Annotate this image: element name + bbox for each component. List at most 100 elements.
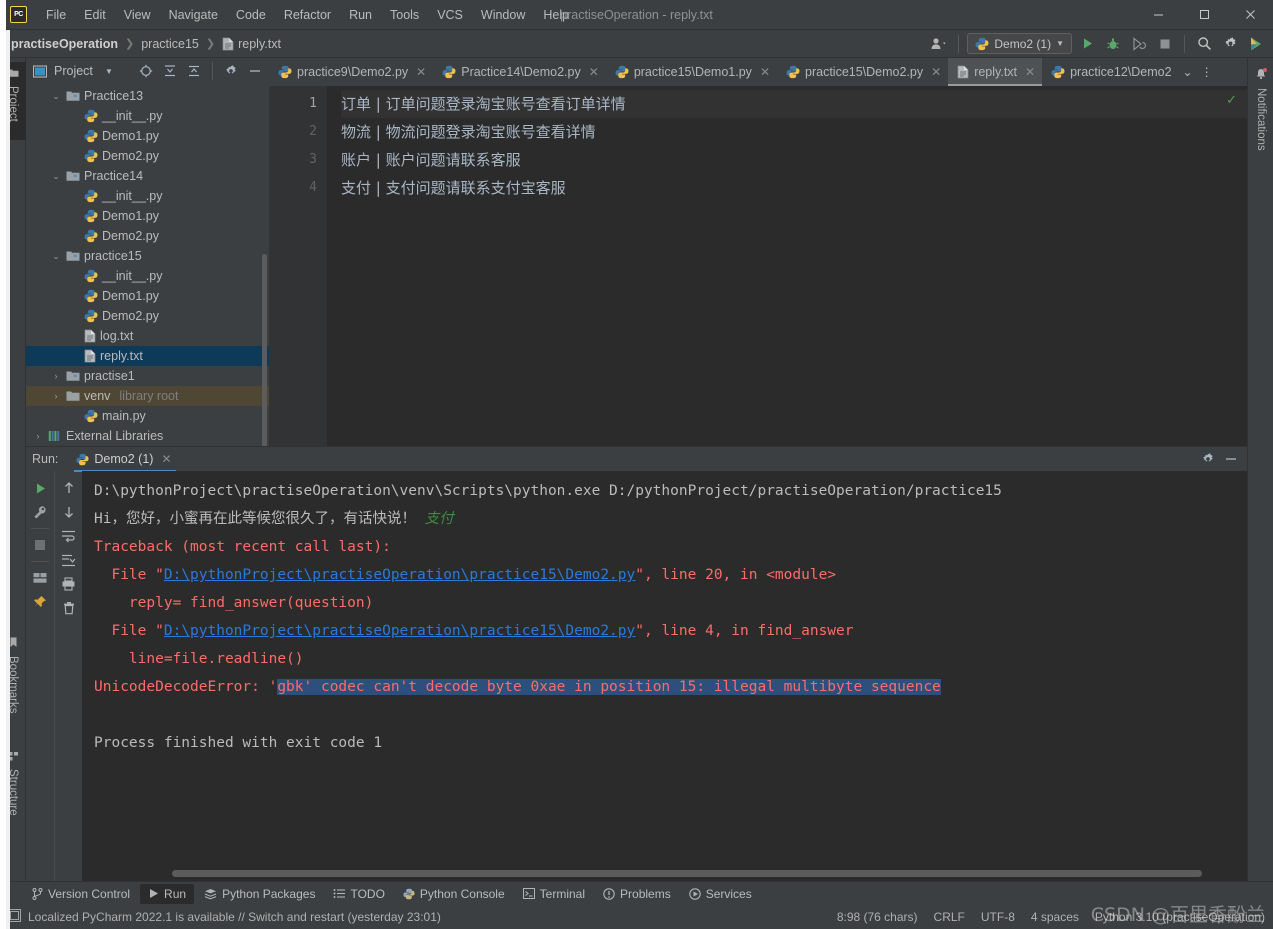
rerun-icon[interactable]	[29, 477, 51, 499]
menu-help[interactable]: Help	[534, 4, 578, 26]
stop-icon[interactable]	[29, 534, 51, 556]
tab-list-dropdown-icon[interactable]: ⌄	[1179, 58, 1197, 86]
tree-node[interactable]: Demo2.py	[26, 226, 269, 246]
console-horizontal-scrollbar[interactable]	[172, 870, 1202, 877]
tree-node[interactable]: Demo1.py	[26, 286, 269, 306]
menu-tools[interactable]: Tools	[381, 4, 428, 26]
chevron-right-icon[interactable]: ›	[50, 371, 62, 381]
tool-window-button-python-console[interactable]: Python Console	[395, 884, 513, 904]
close-icon[interactable]: ✕	[1025, 65, 1035, 79]
chevron-down-icon[interactable]: ⌄	[50, 251, 62, 262]
tree-node[interactable]: main.py	[26, 406, 269, 426]
status-message[interactable]: Localized PyCharm 2022.1 is available //…	[28, 910, 441, 924]
editor-code[interactable]: 订单 | 订单问题登录淘宝账号查看订单详情 物流 | 物流问题登录淘宝账号查看详情…	[327, 86, 1247, 446]
menu-window[interactable]: Window	[472, 4, 534, 26]
wrench-icon[interactable]	[29, 501, 51, 523]
down-arrow-icon[interactable]	[58, 501, 80, 523]
expand-all-icon[interactable]	[160, 61, 180, 81]
project-tree[interactable]: ⌄ Practice13 __init__.py Demo1.py Demo2.py ⌄ P…	[26, 84, 269, 446]
tree-node[interactable]: __init__.py	[26, 106, 269, 126]
caret-position[interactable]: 8:98 (76 chars)	[837, 910, 918, 924]
file-encoding[interactable]: UTF-8	[981, 910, 1015, 924]
menu-file[interactable]: File	[37, 4, 75, 26]
editor-tab[interactable]: practice15\Demo1.py ✕	[606, 58, 777, 86]
tree-node[interactable]: reply.txt	[26, 346, 269, 366]
breadcrumb-file[interactable]: reply.txt	[219, 36, 284, 52]
stop-icon[interactable]	[1154, 33, 1176, 55]
tree-node[interactable]: Demo1.py	[26, 206, 269, 226]
breadcrumb-project[interactable]: practiseOperation	[8, 36, 121, 52]
assistant-icon[interactable]	[1245, 33, 1267, 55]
tool-window-button-services[interactable]: Services	[681, 884, 760, 904]
hide-panel-icon[interactable]	[245, 61, 265, 81]
tree-node[interactable]: › venv library root	[26, 386, 269, 406]
editor-line[interactable]: 物流 | 物流问题登录淘宝账号查看详情	[341, 118, 1247, 146]
tool-window-button-problems[interactable]: Problems	[595, 884, 679, 904]
collapse-all-icon[interactable]	[184, 61, 204, 81]
gear-icon[interactable]	[221, 61, 241, 81]
scroll-to-end-icon[interactable]	[58, 549, 80, 571]
editor-line[interactable]: 订单 | 订单问题登录淘宝账号查看订单详情	[341, 90, 1247, 118]
tool-window-button-todo[interactable]: TODO	[325, 884, 392, 904]
tool-window-button-run[interactable]: Run	[140, 883, 195, 904]
menu-run[interactable]: Run	[340, 4, 381, 26]
tree-node[interactable]: ⌄ practice15	[26, 246, 269, 266]
line-separator[interactable]: CRLF	[934, 910, 965, 924]
user-avatar-icon[interactable]	[928, 33, 950, 55]
python-interpreter[interactable]: Python 3.10 (practiseOperation)	[1095, 910, 1265, 924]
editor-line[interactable]: 账户 | 账户问题请联系客服	[341, 146, 1247, 174]
debug-icon[interactable]	[1102, 33, 1124, 55]
tool-window-button-python-packages[interactable]: Python Packages	[196, 884, 323, 904]
console-file-link[interactable]: D:\pythonProject\practiseOperation\pract…	[164, 623, 635, 639]
menu-navigate[interactable]: Navigate	[160, 4, 227, 26]
menu-refactor[interactable]: Refactor	[275, 4, 340, 26]
tree-node[interactable]: Demo1.py	[26, 126, 269, 146]
gear-icon[interactable]	[1198, 449, 1218, 469]
layout-icon[interactable]	[29, 567, 51, 589]
chevron-down-icon[interactable]: ⌄	[50, 171, 62, 182]
run-configuration-selector[interactable]: Demo2 (1) ▼	[967, 33, 1072, 54]
trash-icon[interactable]	[58, 597, 80, 619]
close-icon[interactable]: ✕	[416, 65, 426, 79]
tool-window-button-version-control[interactable]: Version Control	[24, 884, 138, 904]
console-file-link[interactable]: D:\pythonProject\practiseOperation\pract…	[164, 567, 635, 583]
breadcrumb-folder[interactable]: practice15	[138, 36, 202, 52]
close-icon[interactable]: ✕	[589, 65, 599, 79]
chevron-down-icon[interactable]: ⌄	[50, 91, 62, 102]
tree-node[interactable]: __init__.py	[26, 186, 269, 206]
inspection-status-icon[interactable]: ✓	[1226, 92, 1237, 108]
maximize-button[interactable]	[1181, 0, 1227, 30]
editor-text-area[interactable]: 1 2 3 4 订单 | 订单问题登录淘宝账号查看订单详情 物流 | 物流问题登录淘宝账…	[269, 86, 1247, 446]
pin-icon[interactable]	[29, 591, 51, 613]
editor-line[interactable]: 支付 | 支付问题请联系支付宝客服	[341, 174, 1247, 202]
project-tree-scrollbar[interactable]	[262, 254, 267, 446]
menu-view[interactable]: View	[115, 4, 160, 26]
tool-window-button-terminal[interactable]: Terminal	[515, 884, 593, 904]
tool-window-bar[interactable]: Version Control Run Python Packages TODO Pyt…	[0, 881, 1273, 905]
close-icon[interactable]: ✕	[161, 452, 171, 466]
scroll-from-source-icon[interactable]	[136, 61, 156, 81]
search-icon[interactable]	[1193, 33, 1215, 55]
tree-node[interactable]: ⌄ Practice13	[26, 86, 269, 106]
close-button[interactable]	[1227, 0, 1273, 30]
gear-icon[interactable]	[1219, 33, 1241, 55]
rail-item-notifications[interactable]: Notifications	[1248, 62, 1273, 172]
editor-tab-bar[interactable]: practice9\Demo2.py ✕ Practice14\Demo2.py ✕ p…	[269, 58, 1247, 86]
indent-setting[interactable]: 4 spaces	[1031, 910, 1079, 924]
minimize-button[interactable]	[1135, 0, 1181, 30]
chevron-down-icon[interactable]: ▼	[99, 61, 119, 81]
chevron-right-icon[interactable]: ›	[32, 431, 44, 441]
editor-tab[interactable]: practice9\Demo2.py ✕	[269, 58, 433, 86]
tree-node[interactable]: Demo2.py	[26, 146, 269, 166]
tree-node[interactable]: ⌄ Practice14	[26, 166, 269, 186]
tab-options-icon[interactable]: ⋮	[1197, 58, 1217, 86]
editor-tab[interactable]: practice15\Demo2.py ✕	[777, 58, 948, 86]
up-arrow-icon[interactable]	[58, 477, 80, 499]
run-icon[interactable]	[1076, 33, 1098, 55]
hide-panel-icon[interactable]	[1221, 449, 1241, 469]
close-icon[interactable]: ✕	[760, 65, 770, 79]
print-icon[interactable]	[58, 573, 80, 595]
tree-node[interactable]: __init__.py	[26, 266, 269, 286]
close-icon[interactable]: ✕	[931, 65, 941, 79]
editor-tab[interactable]: practice12\Demo2	[1042, 58, 1178, 86]
